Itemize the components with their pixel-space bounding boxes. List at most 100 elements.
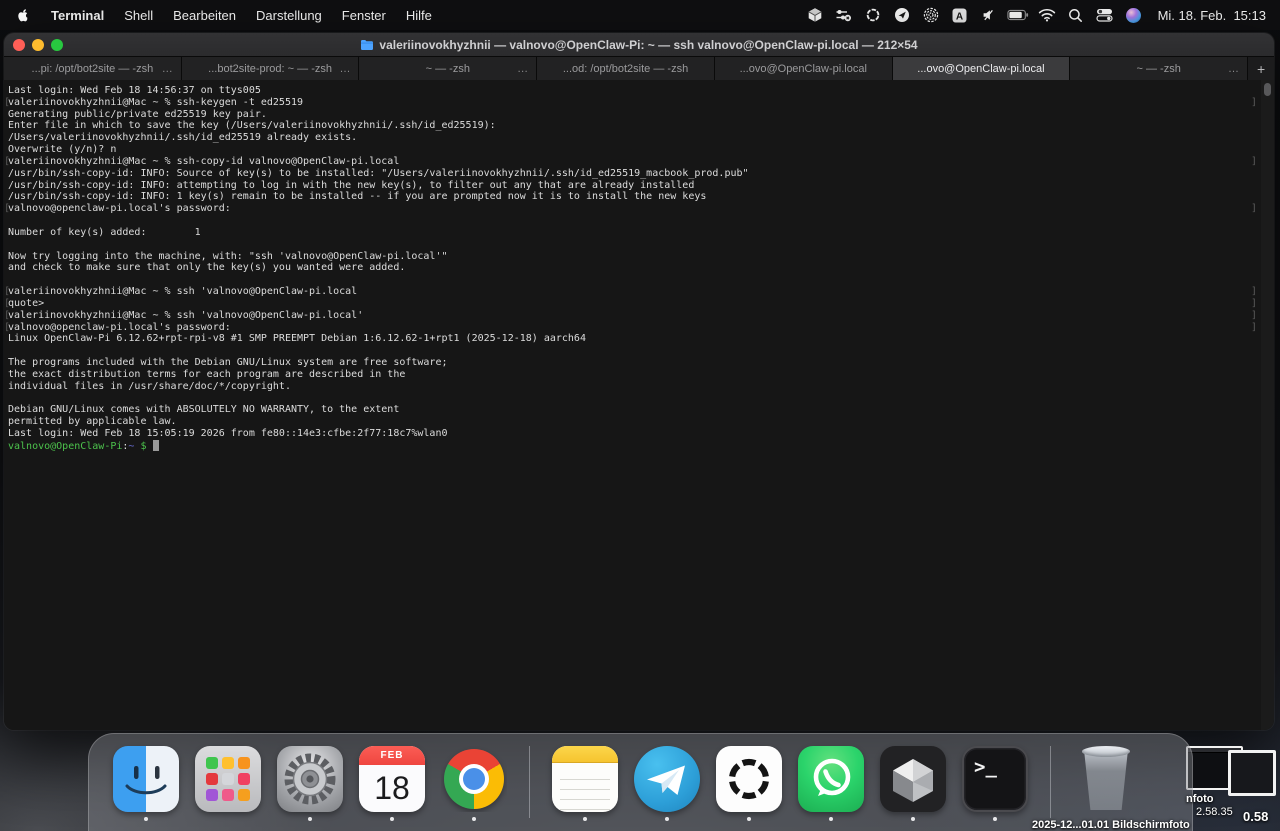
tab-more-icon[interactable]: …: [162, 63, 174, 75]
apple-logo-icon: [16, 7, 31, 23]
apple-menu[interactable]: [14, 7, 41, 23]
dock-item-terminal[interactable]: >_: [962, 746, 1028, 812]
chatgpt-icon[interactable]: [862, 7, 884, 24]
prompt-mark-right: ]: [1251, 310, 1257, 322]
zoom-button[interactable]: [51, 39, 63, 51]
terminal-line: and check to make sure that only the key…: [4, 262, 1274, 274]
dock-item-chrome[interactable]: [441, 746, 507, 812]
desktop-file-label: 2025-12...01.01 Bildschirmfoto: [1032, 819, 1190, 831]
cube-icon[interactable]: [804, 7, 826, 24]
prompt-mark-right: ]: [1251, 156, 1257, 168]
terminal-text: valeriinovokhyzhnii@Mac ~ % ssh 'valnovo…: [8, 310, 363, 321]
menu-bar-clock[interactable]: Mi. 18. Feb. 15:13: [1158, 8, 1266, 23]
terminal-line: [] valeriinovokhyzhnii@Mac ~ % ssh 'valno…: [4, 310, 1274, 322]
menu-item-shell[interactable]: Shell: [114, 8, 163, 23]
terminal-content[interactable]: Last login: Wed Feb 18 14:56:37 on ttys0…: [4, 80, 1274, 730]
terminal-text: /Users/valeriinovokhyzhnii/.ssh/id_ed255…: [8, 132, 357, 143]
terminal-line: /usr/bin/ssh-copy-id: INFO: attempting t…: [4, 180, 1274, 192]
menu-item-fenster[interactable]: Fenster: [332, 8, 396, 23]
terminal-tab-2[interactable]: ...bot2site-prod: ~ — -zsh…: [182, 56, 360, 80]
tab-label: ...pi: /opt/bot2site — -zsh: [32, 63, 154, 75]
mute-icon[interactable]: [978, 7, 1000, 24]
toggles-icon[interactable]: [833, 7, 855, 24]
terminal-text: the exact distribution terms for each pr…: [8, 369, 405, 380]
paper-plane-icon[interactable]: [891, 7, 913, 24]
desktop: { "menu_bar": { "app_name": "Terminal", …: [0, 0, 1280, 831]
dock-item-chatgpt[interactable]: [716, 746, 782, 812]
prompt-mark-right: ]: [1251, 322, 1257, 334]
desktop-file-label: 2.58.35: [1196, 806, 1233, 818]
terminal-line: /usr/bin/ssh-copy-id: INFO: 1 key(s) rem…: [4, 191, 1274, 203]
dock-item-trash[interactable]: [1073, 746, 1139, 812]
siri-icon[interactable]: [1123, 7, 1145, 24]
menu-item-hilfe[interactable]: Hilfe: [396, 8, 442, 23]
desktop-file-label: nfoto: [1186, 793, 1213, 805]
terminal-line: [] valeriinovokhyzhnii@Mac ~ % ssh-copy-i…: [4, 156, 1274, 168]
tab-more-icon[interactable]: …: [1228, 63, 1240, 75]
dock-item-telegram[interactable]: [634, 746, 700, 812]
minimize-button[interactable]: [32, 39, 44, 51]
tab-label: ...ovo@OpenClaw-pi.local: [917, 63, 1044, 75]
terminal-tab-4[interactable]: ...od: /opt/bot2site — -zsh: [537, 56, 715, 80]
spotlight-icon[interactable]: [1065, 7, 1087, 24]
terminal-text: and check to make sure that only the key…: [8, 262, 405, 273]
dock-item-system-settings[interactable]: [277, 746, 343, 812]
terminal-text: valnovo@openclaw-pi.local's password:: [8, 322, 231, 333]
new-tab-button[interactable]: +: [1248, 56, 1274, 80]
terminal-text: valeriinovokhyzhnii@Mac ~ % ssh-keygen -…: [8, 97, 303, 108]
tab-more-icon[interactable]: …: [339, 63, 351, 75]
terminal-line: Last login: Wed Feb 18 14:56:37 on ttys0…: [4, 85, 1274, 97]
input-source-icon[interactable]: A: [949, 7, 971, 24]
finder-icon: [113, 746, 179, 812]
dock-item-finder[interactable]: [113, 746, 179, 812]
terminal-line: Number of key(s) added: 1: [4, 227, 1274, 239]
tab-label: ~ — -zsh: [1137, 63, 1181, 75]
prompt-mark-left: [: [4, 97, 10, 109]
menu-item-darstellung[interactable]: Darstellung: [246, 8, 332, 23]
terminal-text: Last login: Wed Feb 18 15:05:19 2026 fro…: [8, 428, 448, 439]
tab-more-icon[interactable]: …: [517, 63, 529, 75]
dock-item-whatsapp[interactable]: [798, 746, 864, 812]
terminal-tab-7[interactable]: ~ — -zsh …: [1070, 56, 1248, 80]
terminal-text: Last login: Wed Feb 18 14:56:37 on ttys0…: [8, 85, 261, 96]
radar-icon[interactable]: [920, 7, 942, 24]
launchpad-icon: [195, 746, 261, 812]
notes-icon: [552, 746, 618, 812]
terminal-line: Overwrite (y/n)? n: [4, 144, 1274, 156]
tab-label: ...ovo@OpenClaw-pi.local: [740, 63, 867, 75]
terminal-line: valnovo@OpenClaw-Pi:~ $: [4, 440, 1274, 452]
calendar-month: FEB: [359, 746, 425, 765]
dock-item-notes[interactable]: [552, 746, 618, 812]
terminal-text: Now try logging into the machine, with: …: [8, 251, 448, 262]
prompt-mark-right: ]: [1251, 286, 1257, 298]
menu-item-bearbeiten[interactable]: Bearbeiten: [163, 8, 246, 23]
tab-bar: ...pi: /opt/bot2site — -zsh…...bot2site-…: [4, 56, 1274, 80]
close-button[interactable]: [13, 39, 25, 51]
terminal-tab-1[interactable]: ...pi: /opt/bot2site — -zsh …: [4, 56, 182, 80]
prompt-segment: $: [134, 441, 152, 452]
terminal-line: [4, 215, 1274, 227]
dock-item-launchpad[interactable]: [195, 746, 261, 812]
window-titlebar[interactable]: valeriinovokhyzhnii — valnovo@OpenClaw-P…: [4, 33, 1274, 56]
terminal-line: [4, 345, 1274, 357]
control-center-icon[interactable]: [1094, 7, 1116, 24]
terminal-tab-5[interactable]: ...ovo@OpenClaw-pi.local: [715, 56, 893, 80]
battery-icon[interactable]: [1007, 7, 1029, 24]
dock-item-3d-app[interactable]: [880, 746, 946, 812]
terminal-tab-6[interactable]: ...ovo@OpenClaw-pi.local: [893, 56, 1071, 80]
tab-label: ~ — -zsh: [426, 63, 470, 75]
prompt-mark-left: [: [4, 156, 10, 168]
folder-icon[interactable]: [360, 39, 374, 50]
prompt-mark-left: [: [4, 310, 10, 322]
menu-app-name[interactable]: Terminal: [41, 8, 114, 23]
terminal-text: /usr/bin/ssh-copy-id: INFO: 1 key(s) rem…: [8, 191, 706, 202]
terminal-text: valeriinovokhyzhnii@Mac ~ % ssh-copy-id …: [8, 156, 399, 167]
terminal-tab-3[interactable]: ~ — -zsh …: [359, 56, 537, 80]
wifi-icon[interactable]: [1036, 7, 1058, 24]
menu-bar: Terminal ShellBearbeitenDarstellungFenst…: [0, 0, 1280, 30]
terminal-line: the exact distribution terms for each pr…: [4, 369, 1274, 381]
prompt-mark-right: ]: [1251, 203, 1257, 215]
svg-text:A: A: [956, 11, 963, 22]
screenshot-thumbnail[interactable]: [1228, 750, 1276, 796]
dock-item-calendar[interactable]: FEB 18: [359, 746, 425, 812]
